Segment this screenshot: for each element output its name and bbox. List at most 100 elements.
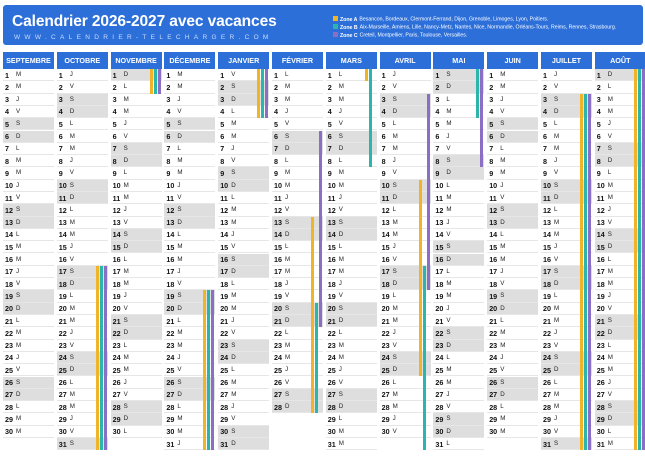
day-cell: 12 S [164,204,216,217]
weekday-letter: D [446,83,451,91]
day-number: 15 [112,242,121,252]
weekday-letter: L [123,169,128,177]
day-number: 4 [381,107,386,117]
day-number: 23 [220,341,229,351]
day-cell: 29 D [110,413,162,426]
weekday-letter: D [607,329,613,337]
day-number: 24 [58,353,67,363]
day-number: 4 [274,107,278,117]
day-number: 1 [166,70,171,80]
holiday-bar-zone-b [261,69,265,119]
weekday-letter: D [392,107,398,115]
day-number: 15 [220,242,229,252]
day-number: 21 [543,316,551,326]
zone-b-swatch [333,24,338,29]
day-number: 28 [274,402,282,412]
month-header: JUILLET [541,52,592,69]
day-number: 29 [58,414,67,424]
weekday-letter: M [16,427,22,435]
weekday-letter: M [231,206,237,214]
weekday-letter: M [69,403,75,411]
day-number: 20 [220,304,229,314]
weekday-letter: V [554,83,559,91]
weekday-letter: S [69,95,74,103]
weekday-letter: S [446,415,451,423]
day-cell: 28 D [325,401,377,414]
day-number: 11 [274,193,282,203]
day-cell: 10 S [56,179,108,192]
weekday-letter: M [177,83,183,91]
weekday-letter: V [446,317,451,324]
day-number: 11 [489,193,497,203]
weekday-letter: S [231,341,236,349]
day-number: 18 [381,279,390,289]
month-column: JUIN 1 M 2 M 3 J 4 V 5 S 6 D 7 L 8 M 9 M 10 J 11 V 12 S 13 D 14 L 15 M… [487,52,539,456]
day-cell: 11 V [164,192,216,205]
day-number: 15 [327,242,336,252]
day-cell: 6M [379,131,431,143]
day-cell: 16 M [3,254,54,266]
day-number: 25 [327,365,336,375]
weekday-letter: M [446,292,452,300]
weekday-letter: D [123,71,129,78]
weekday-letter: D [554,366,559,374]
day-number: 19 [166,291,175,301]
day-number: 6 [274,132,278,141]
day-number: 17 [166,267,175,277]
weekday-letter: V [338,378,343,386]
day-number: 30 [166,427,175,437]
day-number: 13 [381,218,390,228]
month-header: NOVEMBRE [110,52,162,69]
holiday-bar-zone-a [580,93,583,451]
weekday-letter: V [177,280,182,288]
day-number: 18 [543,279,551,289]
day-number: 2 [327,82,332,92]
weekday-letter: L [123,341,128,349]
weekday-letter: J [338,107,342,115]
day-number: 5 [274,119,278,129]
weekday-letter: M [338,353,344,361]
day-number: 4 [220,107,225,117]
weekday-letter: M [285,341,291,349]
day-number: 7 [381,144,386,154]
weekday-letter: M [231,390,237,398]
day-number: 29 [435,414,444,424]
weekday-letter: V [231,157,236,165]
day-number: 25 [489,365,498,375]
weekday-letter: M [285,267,291,275]
day-number: 13 [543,218,551,228]
weekday-letter: M [123,95,129,103]
weekday-letter: L [607,169,612,177]
day-number: 28 [220,402,229,412]
day-number: 13 [435,218,444,228]
day-cell: 18 J [325,278,377,291]
day-number: 25 [166,365,175,375]
day-number: 26 [5,378,13,387]
day-number: 31 [435,439,444,449]
weekday-letter: M [338,267,344,275]
day-number: 6 [489,132,494,141]
weekday-letter: M [446,194,452,201]
weekday-letter: M [607,107,613,115]
day-cell: 13 M [56,217,108,229]
weekday-letter: S [177,120,182,128]
day-cell: 10 J [3,180,54,192]
day-number: 21 [435,316,444,326]
weekday-letter: L [123,255,128,263]
day-number: 27 [112,390,121,400]
day-number: 9 [327,168,332,178]
day-number: 20 [5,304,13,314]
day-number: 9 [435,168,440,178]
weekday-letter: M [177,169,183,177]
day-number: 9 [166,168,171,178]
weekday-letter: S [554,181,559,189]
weekday-letter: L [338,71,343,78]
day-cell: 6M [218,131,270,143]
day-number: 11 [596,193,605,203]
day-number: 27 [489,390,498,400]
weekday-letter: V [177,194,182,201]
weekday-letter: M [500,329,506,337]
day-number: 25 [543,365,551,375]
weekday-letter: V [446,144,451,152]
weekday-letter: M [123,267,129,275]
